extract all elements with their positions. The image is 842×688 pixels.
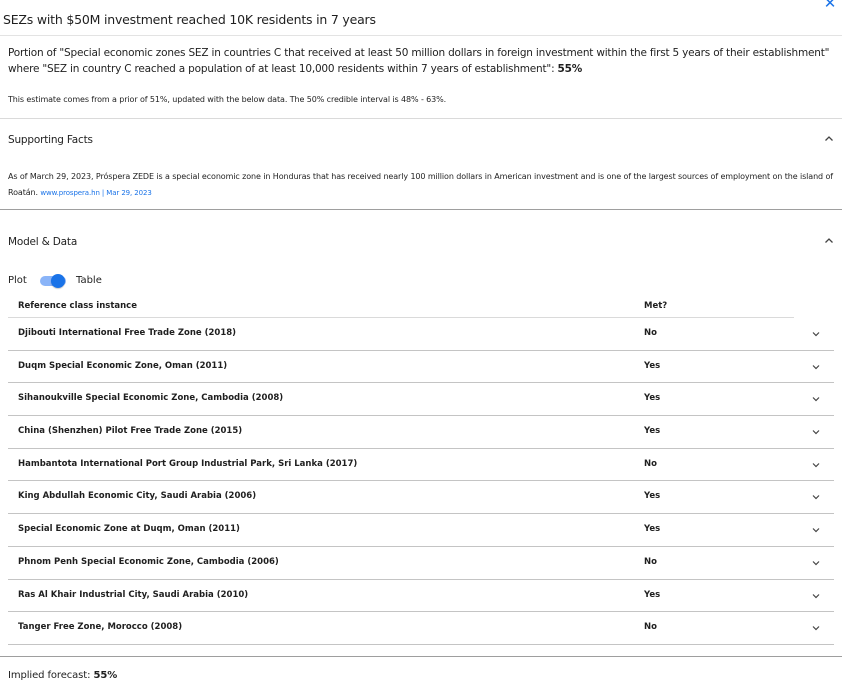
column-header-met: Met? (644, 301, 668, 311)
model-data-label: Model & Data (8, 236, 78, 248)
supporting-fact: As of March 29, 2023, Próspera ZEDE is a… (8, 169, 834, 201)
model-data-header[interactable]: Model & Data (0, 230, 842, 256)
row-instance-name: Sihanoukville Special Economic Zone, Cam… (18, 393, 284, 404)
table-row[interactable]: Tanger Free Zone, Morocco (2008) No (8, 612, 834, 645)
plot-table-switch[interactable] (40, 274, 66, 288)
chevron-down-icon[interactable] (810, 459, 822, 471)
chevron-down-icon[interactable] (810, 524, 822, 536)
row-instance-name: King Abdullah Economic City, Saudi Arabi… (18, 491, 257, 502)
fact-source-link[interactable]: www.prospera.hn | Mar 29, 2023 (40, 189, 151, 197)
chevron-down-icon[interactable] (810, 590, 822, 602)
reference-table-body: Djibouti International Free Trade Zone (… (8, 318, 834, 645)
row-met-value: Yes (644, 491, 661, 502)
chevron-down-icon[interactable] (810, 557, 822, 569)
table-row[interactable]: China (Shenzhen) Pilot Free Trade Zone (… (8, 416, 834, 449)
row-met-value: No (644, 556, 657, 567)
chevron-down-icon[interactable] (810, 361, 822, 373)
close-icon[interactable]: ✕ (822, 0, 838, 11)
table-row[interactable]: Special Economic Zone at Duqm, Oman (201… (8, 514, 834, 547)
row-met-value: No (644, 458, 657, 469)
portion-value: 55% (557, 63, 583, 75)
chevron-up-icon[interactable] (822, 234, 836, 248)
row-instance-name: Tanger Free Zone, Morocco (2008) (18, 622, 183, 633)
row-instance-name: China (Shenzhen) Pilot Free Trade Zone (… (18, 426, 243, 437)
divider (0, 656, 842, 657)
table-row[interactable]: Ras Al Khair Industrial City, Saudi Arab… (8, 580, 834, 613)
table-row[interactable]: King Abdullah Economic City, Saudi Arabi… (8, 481, 834, 515)
table-row[interactable]: Phnom Penh Special Economic Zone, Cambod… (8, 547, 834, 580)
row-met-value: Yes (644, 589, 661, 600)
portion-statement: Portion of "Special economic zones SEZ i… (8, 45, 834, 77)
row-instance-name: Special Economic Zone at Duqm, Oman (201… (18, 524, 240, 535)
row-instance-name: Duqm Special Economic Zone, Oman (2011) (18, 360, 228, 371)
table-row[interactable]: Sihanoukville Special Economic Zone, Cam… (8, 383, 834, 417)
table-row[interactable]: Djibouti International Free Trade Zone (… (8, 318, 834, 351)
title-bar: SEZs with $50M investment reached 10K re… (0, 0, 842, 36)
row-instance-name: Hambantota International Port Group Indu… (18, 458, 358, 469)
chevron-down-icon[interactable] (810, 491, 822, 503)
chevron-down-icon[interactable] (810, 328, 822, 340)
chevron-down-icon[interactable] (810, 393, 822, 405)
portion-text: Portion of "Special economic zones SEZ i… (8, 47, 830, 75)
column-header-instance: Reference class instance (18, 301, 137, 311)
table-header: Reference class instance Met? (8, 296, 794, 318)
toggle-left-label[interactable]: Plot (8, 275, 27, 286)
row-instance-name: Ras Al Khair Industrial City, Saudi Arab… (18, 589, 249, 600)
row-met-value: Yes (644, 426, 661, 437)
divider (0, 209, 842, 210)
page-title: SEZs with $50M investment reached 10K re… (3, 12, 376, 27)
chevron-down-icon[interactable] (810, 622, 822, 634)
toggle-right-label[interactable]: Table (76, 275, 102, 286)
row-met-value: No (644, 622, 657, 633)
row-met-value: Yes (644, 524, 661, 535)
implied-label: Implied forecast: (8, 670, 91, 681)
row-met-value: Yes (644, 360, 661, 371)
supporting-facts-header[interactable]: Supporting Facts (0, 128, 842, 154)
table-row[interactable]: Hambantota International Port Group Indu… (8, 449, 834, 482)
table-row[interactable]: Duqm Special Economic Zone, Oman (2011) Y… (8, 351, 834, 384)
estimate-note: This estimate comes from a prior of 51%,… (8, 95, 447, 104)
switch-knob (51, 274, 65, 288)
row-instance-name: Phnom Penh Special Economic Zone, Cambod… (18, 556, 279, 567)
row-met-value: No (644, 328, 657, 338)
divider (0, 118, 842, 119)
chevron-up-icon[interactable] (822, 132, 836, 146)
implied-value: 55% (93, 670, 118, 681)
chevron-down-icon[interactable] (810, 426, 822, 438)
implied-forecast: Implied forecast: 55% (8, 670, 117, 681)
row-met-value: Yes (644, 393, 661, 404)
supporting-facts-label: Supporting Facts (8, 134, 93, 146)
row-instance-name: Djibouti International Free Trade Zone (… (18, 328, 237, 338)
